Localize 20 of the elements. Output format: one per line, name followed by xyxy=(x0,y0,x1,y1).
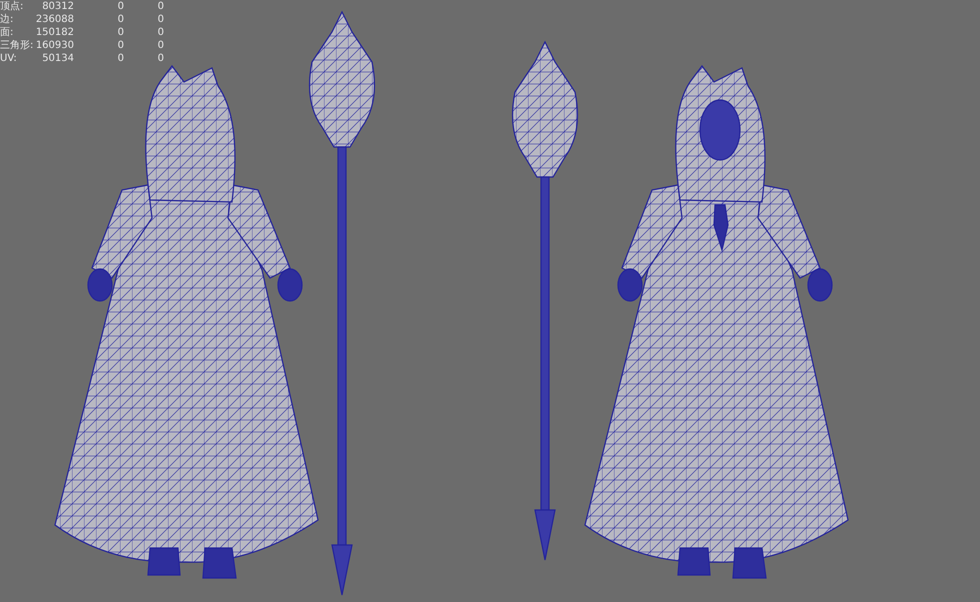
hud-value: 236088 xyxy=(34,14,74,26)
hud-value: 160930 xyxy=(34,40,74,52)
hud-label: UV: xyxy=(0,53,18,65)
hud-value: 0 xyxy=(116,40,124,52)
hud-value: 50134 xyxy=(41,53,74,65)
hud-value: 0 xyxy=(156,53,164,65)
hud-value: 80312 xyxy=(41,1,74,13)
hud-value: 150182 xyxy=(34,27,74,39)
hud-value: 0 xyxy=(116,27,124,39)
hud-value: 0 xyxy=(156,40,164,52)
hud-label: 顶点: xyxy=(0,1,24,13)
hud-value: 0 xyxy=(156,14,164,26)
hud-value: 0 xyxy=(116,14,124,26)
hud-value: 0 xyxy=(116,53,124,65)
hud-value: 0 xyxy=(156,27,164,39)
hud-label: 三角形: xyxy=(0,40,34,52)
hud-label: 面: xyxy=(0,27,14,39)
hud-label: 边: xyxy=(0,14,14,26)
hud-value: 0 xyxy=(116,1,124,13)
hud-value: 0 xyxy=(156,1,164,13)
